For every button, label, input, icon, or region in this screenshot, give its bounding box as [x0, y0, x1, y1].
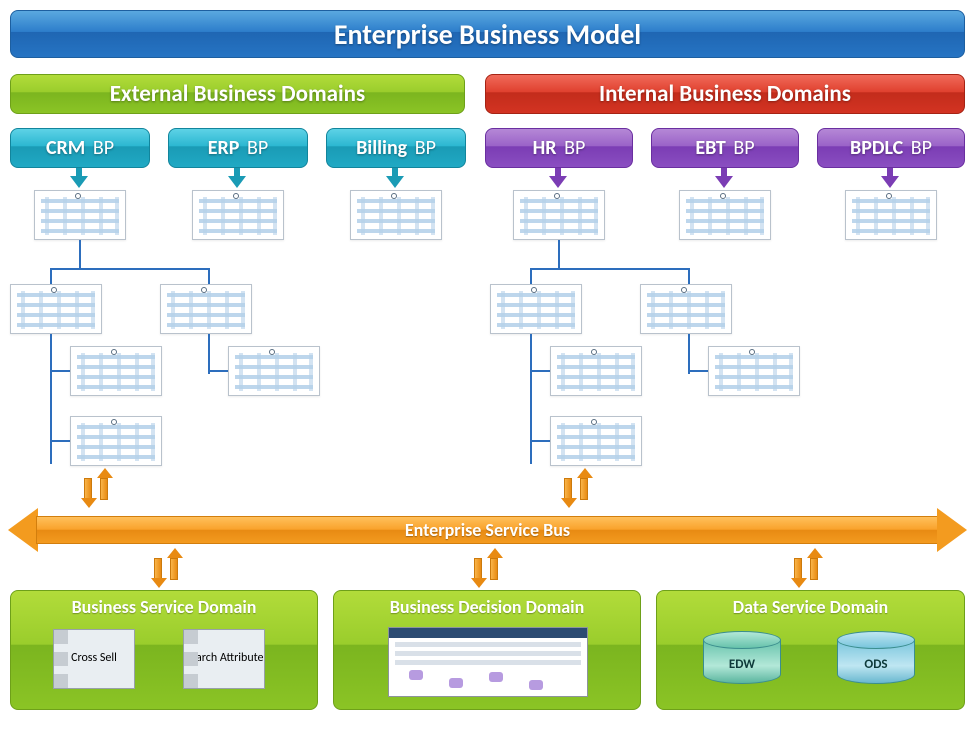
bp-erp: ERP BP: [168, 128, 308, 168]
bp-hr-suffix: BP: [564, 136, 585, 160]
cylinder-ods-icon: ODS: [837, 631, 915, 691]
title-bar: Enterprise Business Model: [10, 10, 965, 58]
cylinder-edw-icon: EDW: [703, 631, 781, 691]
bp-hr: HR BP: [485, 128, 633, 168]
bidirectional-arrow-icon: [152, 550, 182, 588]
bidirectional-arrow-icon: [792, 550, 822, 588]
arrow-down-icon: [230, 174, 244, 184]
enterprise-business-model-diagram: Enterprise Business Model External Busin…: [10, 10, 965, 733]
business-service-domain: Business Service Domain Cross Sell Searc…: [10, 590, 318, 710]
bp-hr-name: HR: [533, 136, 557, 160]
flow-thumbnail: [640, 284, 732, 334]
cylinder-edw-label: EDW: [703, 657, 781, 672]
bp-ebt-name: EBT: [695, 136, 725, 160]
service-tile-cross-sell: Cross Sell: [53, 629, 135, 689]
arrow-down-icon: [717, 174, 731, 184]
bp-ebt-suffix: BP: [733, 136, 754, 160]
data-service-domain-title: Data Service Domain: [657, 591, 964, 618]
business-decision-domain: Business Decision Domain: [333, 590, 641, 710]
bp-crm: CRM BP: [10, 128, 150, 168]
flow-thumbnail: [160, 284, 252, 334]
business-service-domain-title: Business Service Domain: [11, 591, 317, 618]
flow-thumbnail: [228, 346, 320, 396]
flow-thumbnail: [490, 284, 582, 334]
flow-thumbnail: [679, 190, 771, 240]
external-heading: External Business Domains: [10, 74, 465, 114]
bidirectional-arrow-icon: [82, 470, 112, 508]
arrow-down-icon: [551, 174, 565, 184]
flow-thumbnail: [350, 190, 442, 240]
cylinder-ods-label: ODS: [837, 657, 915, 672]
arrow-down-icon: [388, 174, 402, 184]
internal-heading-text: Internal Business Domains: [599, 80, 851, 108]
bp-bpdlc-suffix: BP: [911, 136, 932, 160]
business-decision-domain-title: Business Decision Domain: [334, 591, 640, 618]
title-text: Enterprise Business Model: [334, 17, 641, 52]
bp-billing-name: Billing: [356, 136, 407, 160]
external-heading-text: External Business Domains: [110, 80, 365, 108]
flow-thumbnail: [10, 284, 102, 334]
bp-bpdlc: BPDLC BP: [817, 128, 965, 168]
enterprise-service-bus: Enterprise Service Bus: [10, 508, 965, 552]
bidirectional-arrow-icon: [472, 550, 502, 588]
bp-billing: Billing BP: [326, 128, 466, 168]
flow-thumbnail: [513, 190, 605, 240]
service-tile-label: Cross Sell: [71, 652, 117, 665]
flow-thumbnail: [845, 190, 937, 240]
data-service-domain: Data Service Domain EDW ODS: [656, 590, 965, 710]
flow-thumbnail: [70, 416, 162, 466]
flow-thumbnail: [70, 346, 162, 396]
flow-thumbnail: [708, 346, 800, 396]
flow-thumbnail: [34, 190, 126, 240]
bp-ebt: EBT BP: [651, 128, 799, 168]
bp-bpdlc-name: BPDLC: [850, 136, 903, 160]
service-tile-label: Search Attribute: [185, 652, 264, 665]
flow-thumbnail: [550, 416, 642, 466]
bp-billing-suffix: BP: [415, 136, 436, 160]
arrow-down-icon: [883, 174, 897, 184]
internal-heading: Internal Business Domains: [485, 74, 965, 114]
bp-erp-name: ERP: [208, 136, 240, 160]
flow-thumbnail: [192, 190, 284, 240]
esb-label: Enterprise Service Bus: [405, 519, 570, 541]
arrow-down-icon: [72, 174, 86, 184]
bp-erp-suffix: BP: [247, 136, 268, 160]
bidirectional-arrow-icon: [562, 470, 592, 508]
decision-screenshot: [388, 627, 588, 697]
bp-crm-name: CRM: [46, 136, 85, 160]
service-tile-search-attribute: Search Attribute: [183, 629, 265, 689]
bp-crm-suffix: BP: [93, 136, 114, 160]
flow-thumbnail: [550, 346, 642, 396]
